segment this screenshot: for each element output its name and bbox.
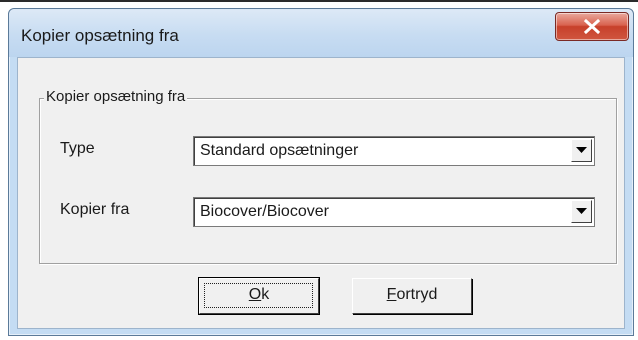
copy-setup-groupbox bbox=[39, 98, 617, 264]
ok-label-rest: k bbox=[261, 286, 270, 303]
screen: Kopier opsætning fra Kopier opsætning fr… bbox=[0, 0, 638, 340]
type-dropdown-button[interactable] bbox=[571, 139, 592, 162]
copy-from-label: Kopier fra bbox=[60, 201, 130, 218]
copy-from-dropdown-value: Biocover/Biocover bbox=[200, 203, 329, 220]
close-button[interactable] bbox=[555, 12, 629, 41]
copy-from-dropdown[interactable]: Biocover/Biocover bbox=[193, 197, 595, 227]
dropdown-arrow-icon bbox=[576, 147, 587, 153]
groupbox-legend: Kopier opsætning fra bbox=[44, 88, 188, 105]
dropdown-arrow-icon bbox=[576, 208, 587, 214]
copy-from-dropdown-button[interactable] bbox=[571, 200, 592, 223]
ok-button-label: Ok bbox=[249, 286, 269, 303]
top-border-line bbox=[0, 0, 638, 2]
ok-mnemonic: O bbox=[248, 286, 262, 303]
cancel-button-label: Fortryd bbox=[387, 286, 438, 303]
copy-setup-dialog: Kopier opsætning fra Kopier opsætning fr… bbox=[8, 8, 634, 336]
dialog-client-area: Kopier opsætning fra Type Standard opsæt… bbox=[17, 57, 625, 329]
close-x-icon bbox=[583, 19, 601, 34]
cancel-label-rest: ortryd bbox=[396, 286, 438, 303]
type-dropdown-value: Standard opsætninger bbox=[200, 142, 359, 159]
ok-button[interactable]: Ok bbox=[198, 277, 320, 315]
type-label: Type bbox=[60, 140, 95, 157]
cancel-button[interactable]: Fortryd bbox=[352, 278, 472, 314]
title-bar[interactable]: Kopier opsætning fra bbox=[9, 9, 633, 57]
cancel-mnemonic: F bbox=[386, 286, 397, 303]
type-dropdown[interactable]: Standard opsætninger bbox=[193, 136, 595, 166]
dialog-title: Kopier opsætning fra bbox=[21, 26, 179, 45]
